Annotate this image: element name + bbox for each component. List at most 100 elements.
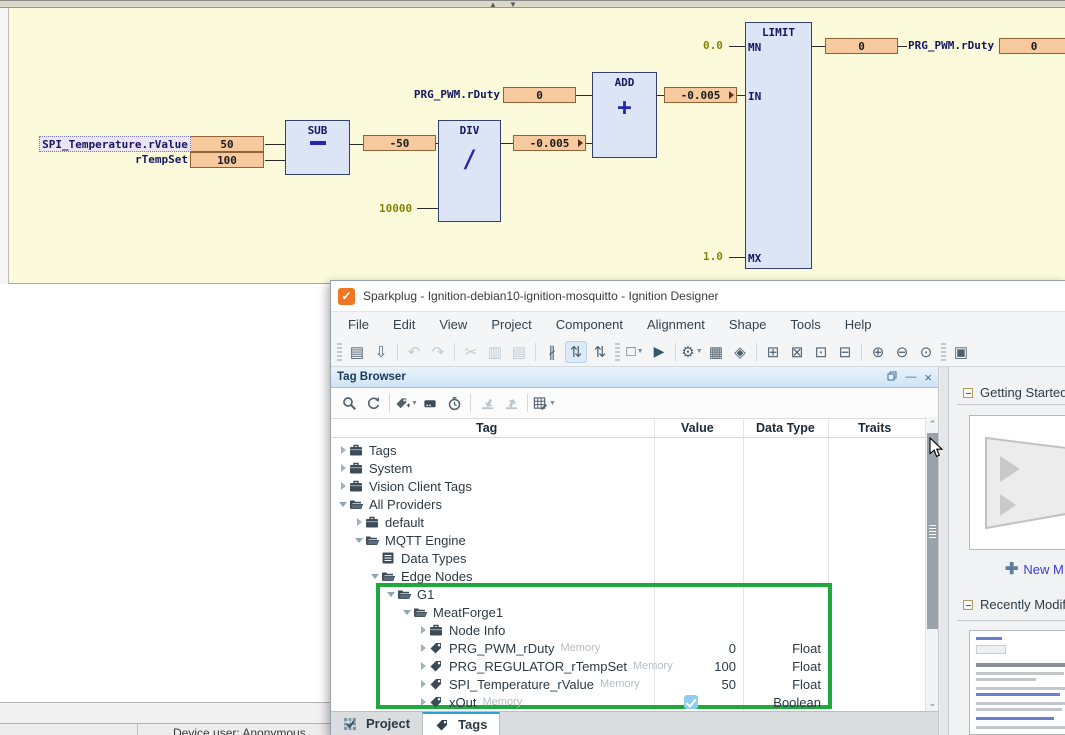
- import-icon[interactable]: [475, 392, 499, 414]
- expander-collapsed-icon[interactable]: [417, 698, 429, 706]
- fbd-variable-label[interactable]: PRG_PWM.rDuty: [908, 39, 994, 52]
- new-tag-icon[interactable]: ▼: [394, 392, 418, 414]
- expander-expanded-icon[interactable]: [401, 610, 413, 615]
- window-titlebar[interactable]: ✓ Sparkplug - Ignition-debian10-ignition…: [331, 281, 1065, 311]
- tab-project[interactable]: Project: [331, 712, 422, 735]
- tag-tree-row-node-info[interactable]: Node Info: [331, 621, 926, 639]
- panel-splitter[interactable]: [940, 367, 949, 735]
- shape-tool-icon[interactable]: □▼: [624, 341, 646, 363]
- fbd-scroll-strip[interactable]: ▲ ▼: [0, 0, 1065, 8]
- timer-icon[interactable]: [442, 392, 466, 414]
- menu-project[interactable]: Project: [479, 312, 543, 338]
- column-header-tag[interactable]: Tag: [476, 421, 497, 435]
- tag-tree-row-prg-regulator-rtempset[interactable]: PRG_REGULATOR_rTempSetMemory100Float: [331, 657, 926, 675]
- search-icon[interactable]: [337, 392, 361, 414]
- expander-collapsed-icon[interactable]: [337, 464, 349, 472]
- z-order-icon[interactable]: ▣: [950, 341, 972, 363]
- expander-expanded-icon[interactable]: [369, 574, 381, 579]
- menu-component[interactable]: Component: [544, 312, 635, 338]
- fbd-value-box[interactable]: 50: [190, 136, 264, 152]
- expander-collapsed-icon[interactable]: [417, 644, 429, 652]
- tag-tree-row-meatforge1[interactable]: MeatForge1: [331, 603, 926, 621]
- refresh-icon[interactable]: [361, 392, 385, 414]
- tag-tree-row-mqtt-engine[interactable]: MQTT Engine: [331, 531, 926, 549]
- getting-started-card[interactable]: [969, 415, 1065, 550]
- paste-icon[interactable]: ▤: [508, 341, 530, 363]
- export-icon[interactable]: [499, 392, 523, 414]
- expander-collapsed-icon[interactable]: [337, 482, 349, 490]
- fbd-constant-label[interactable]: 1.0: [703, 250, 723, 263]
- zoom-out-icon[interactable]: ⊖: [891, 341, 913, 363]
- align-expand-icon[interactable]: ⊞: [762, 341, 784, 363]
- fbd-block-sub[interactable]: SUB: [285, 120, 350, 175]
- column-header-traits[interactable]: Traits: [858, 421, 891, 435]
- cut-icon[interactable]: ✂: [460, 341, 482, 363]
- wrench-icon[interactable]: ⚙▼: [681, 341, 703, 363]
- fbd-value-box[interactable]: -50: [363, 135, 436, 151]
- column-header-value[interactable]: Value: [681, 421, 714, 435]
- tag-tree-row-spi-temperature-rvalue[interactable]: SPI_Temperature_rValueMemory50Float: [331, 675, 926, 693]
- recent-project-thumbnail[interactable]: [969, 630, 1065, 735]
- tag-tree-row-all-providers[interactable]: All Providers: [331, 495, 926, 513]
- comm-read-write-icon[interactable]: ⇅: [589, 341, 611, 363]
- menu-file[interactable]: File: [336, 312, 381, 338]
- fbd-variable-label[interactable]: rTempSet: [104, 153, 188, 166]
- expander-expanded-icon[interactable]: [337, 502, 349, 507]
- scrollbar-up-icon[interactable]: ⌃: [926, 417, 939, 432]
- menu-alignment[interactable]: Alignment: [635, 312, 717, 338]
- fbd-block-limit[interactable]: LIMITMNINMX: [745, 22, 812, 269]
- column-header-datatype[interactable]: Data Type: [756, 421, 815, 435]
- expander-collapsed-icon[interactable]: [417, 662, 429, 670]
- expander-collapsed-icon[interactable]: [417, 626, 429, 634]
- fbd-value-box[interactable]: 100: [190, 152, 264, 168]
- fbd-block-div[interactable]: DIV/: [438, 120, 501, 222]
- menu-tools[interactable]: Tools: [778, 312, 832, 338]
- tag-value[interactable]: 0: [656, 641, 736, 656]
- fbd-canvas[interactable]: 50100-50-0.0050-0.00500SPI_Temperature.r…: [9, 8, 1065, 284]
- zoom-in-icon[interactable]: ⊕: [867, 341, 889, 363]
- preview-play-icon[interactable]: ▶: [648, 341, 670, 363]
- undo-icon[interactable]: ↶: [403, 341, 425, 363]
- minimize-icon[interactable]: —: [905, 372, 916, 383]
- boolean-checkbox[interactable]: [684, 695, 698, 709]
- tag-browser-titlebar[interactable]: Tag Browser — ×: [331, 367, 938, 388]
- menu-shape[interactable]: Shape: [717, 312, 779, 338]
- security-shield-icon[interactable]: ◈: [729, 341, 751, 363]
- tag-tree-row-edge-nodes[interactable]: Edge Nodes: [331, 567, 926, 585]
- expander-collapsed-icon[interactable]: [417, 680, 429, 688]
- tag-tree-row-prg-pwm-rduty[interactable]: PRG_PWM_rDutyMemory0Float: [331, 639, 926, 657]
- collapse-icon[interactable]: [963, 388, 973, 398]
- save-deploy-icon[interactable]: ⇩: [370, 341, 392, 363]
- comm-read-icon[interactable]: ⇅: [565, 341, 587, 363]
- fbd-value-box[interactable]: 0: [503, 87, 576, 103]
- fbd-constant-label[interactable]: 10000: [379, 202, 412, 215]
- tag-tree-row-default[interactable]: default: [331, 513, 926, 531]
- close-icon[interactable]: ×: [924, 371, 932, 384]
- fbd-value-box[interactable]: -0.005: [664, 87, 737, 103]
- fbd-value-box[interactable]: -0.005: [513, 135, 586, 151]
- project-properties-icon[interactable]: ▦: [705, 341, 727, 363]
- tag-tree-row-system[interactable]: System: [331, 459, 926, 477]
- table-header[interactable]: Tag Value Data Type Traits: [331, 418, 938, 438]
- fbd-variable-label[interactable]: PRG_PWM.rDuty: [398, 88, 500, 101]
- tag-tree-row-tags[interactable]: Tags: [331, 441, 926, 459]
- align-distribute-icon[interactable]: ⊟: [834, 341, 856, 363]
- redo-icon[interactable]: ↷: [427, 341, 449, 363]
- align-contract-icon[interactable]: ⊠: [786, 341, 808, 363]
- align-size-icon[interactable]: ⊡: [810, 341, 832, 363]
- menu-view[interactable]: View: [427, 312, 479, 338]
- tag-tree-row-xout[interactable]: xOutMemoryBoolean: [331, 693, 926, 711]
- column-config-icon[interactable]: ▼: [532, 392, 556, 414]
- expander-expanded-icon[interactable]: [385, 592, 397, 597]
- expander-collapsed-icon[interactable]: [337, 446, 349, 454]
- collapse-icon[interactable]: [963, 600, 973, 610]
- fbd-constant-label[interactable]: 0.0: [703, 39, 723, 52]
- expander-collapsed-icon[interactable]: [353, 518, 365, 526]
- save-icon[interactable]: ▤: [346, 341, 368, 363]
- tag-tree-row-g1[interactable]: G1: [331, 585, 926, 603]
- tag-value[interactable]: 50: [656, 677, 736, 692]
- float-icon[interactable]: [887, 371, 897, 384]
- fbd-variable-label[interactable]: SPI_Temperature.rValue: [39, 136, 191, 152]
- menu-edit[interactable]: Edit: [381, 312, 427, 338]
- new-project-link[interactable]: ✚ New M: [1005, 559, 1064, 579]
